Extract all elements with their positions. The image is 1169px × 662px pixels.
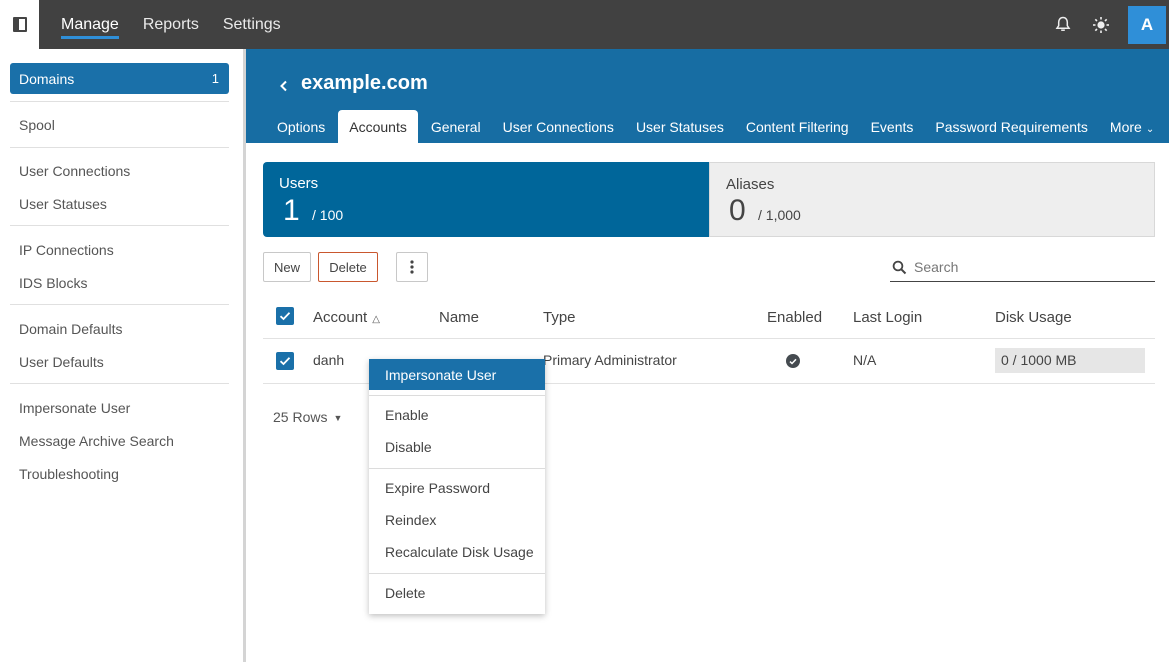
select-all-checkbox[interactable] xyxy=(276,307,294,325)
aliases-count: 0 xyxy=(729,194,746,227)
page-title: example.com xyxy=(301,72,428,94)
context-menu: Impersonate User Enable Disable Expire P… xyxy=(369,359,545,614)
tab-events[interactable]: Events xyxy=(862,110,923,143)
tab-options[interactable]: Options xyxy=(268,110,334,143)
search-icon xyxy=(890,260,914,275)
column-label: Account xyxy=(313,309,368,326)
column-header-disk-usage[interactable]: Disk Usage xyxy=(995,309,1072,326)
row-checkbox[interactable] xyxy=(276,352,294,370)
sort-ascending-icon: △ xyxy=(372,314,380,325)
vertical-dots-icon xyxy=(410,260,414,274)
user-avatar[interactable]: A xyxy=(1128,5,1166,44)
aliases-stat-card[interactable]: Aliases 0 / 1,000 xyxy=(709,162,1155,237)
sidebar-toggle-button[interactable] xyxy=(0,0,39,49)
sidebar-item-spool[interactable]: Spool xyxy=(19,117,55,133)
menu-item-expire-password[interactable]: Expire Password xyxy=(369,472,545,504)
menu-divider xyxy=(369,573,545,574)
cell-account: danh xyxy=(313,352,345,368)
table-header: Account △ Name Type Enabled Last Login Di… xyxy=(263,300,1155,339)
search-field xyxy=(890,253,1155,282)
aliases-max: / 1,000 xyxy=(758,207,801,223)
sidebar-divider xyxy=(10,225,229,226)
aliases-label: Aliases xyxy=(726,176,775,193)
bell-icon xyxy=(1055,16,1071,31)
domains-count-badge: 1 xyxy=(211,71,219,86)
tab-accounts[interactable]: Accounts xyxy=(338,110,418,143)
column-header-last-login[interactable]: Last Login xyxy=(853,309,922,326)
top-nav: Manage Reports Settings xyxy=(61,0,281,49)
new-button[interactable]: New xyxy=(263,252,311,282)
tab-user-connections[interactable]: User Connections xyxy=(494,110,623,143)
caret-down-icon: ▼ xyxy=(333,413,343,424)
tab-password-requirements[interactable]: Password Requirements xyxy=(926,110,1097,143)
menu-item-impersonate-user[interactable]: Impersonate User xyxy=(369,359,545,390)
notifications-button[interactable] xyxy=(1044,0,1082,49)
sidebar-item-impersonate-user[interactable]: Impersonate User xyxy=(19,400,130,416)
nav-settings[interactable]: Settings xyxy=(223,15,281,35)
column-header-type[interactable]: Type xyxy=(543,309,576,326)
top-bar: Manage Reports Settings A xyxy=(0,0,1169,49)
cell-disk-usage: 0 / 1000 MB xyxy=(995,348,1145,373)
menu-item-delete[interactable]: Delete xyxy=(369,577,545,609)
sidebar-item-message-archive-search[interactable]: Message Archive Search xyxy=(19,433,174,449)
users-stat-card[interactable]: Users 1 / 100 xyxy=(263,162,709,237)
rows-per-page-select[interactable]: 25 Rows ▼ xyxy=(273,409,342,425)
chevron-left-icon xyxy=(280,80,287,92)
users-max: / 100 xyxy=(312,207,344,223)
sidebar-divider xyxy=(10,304,229,305)
top-icons: A xyxy=(1044,0,1169,49)
checkmark-icon xyxy=(279,312,291,321)
sidebar-divider xyxy=(10,147,229,148)
delete-button[interactable]: Delete xyxy=(318,252,378,282)
sidebar-item-domain-defaults[interactable]: Domain Defaults xyxy=(19,321,123,337)
sidebar-item-domains[interactable]: Domains 1 xyxy=(10,63,229,94)
cell-type: Primary Administrator xyxy=(543,352,677,368)
sidebar-divider xyxy=(10,101,229,102)
users-label: Users xyxy=(279,175,319,192)
rows-per-page-label: 25 Rows xyxy=(273,409,328,425)
menu-item-recalculate-disk-usage[interactable]: Recalculate Disk Usage xyxy=(369,536,545,568)
theme-toggle-button[interactable] xyxy=(1082,0,1120,49)
sidebar-item-ids-blocks[interactable]: IDS Blocks xyxy=(19,275,87,291)
tab-general[interactable]: General xyxy=(422,110,490,143)
more-actions-button[interactable] xyxy=(396,252,428,282)
sidebar-item-user-defaults[interactable]: User Defaults xyxy=(19,354,104,370)
sidebar-item-user-statuses[interactable]: User Statuses xyxy=(19,196,107,212)
checkmark-icon xyxy=(279,357,291,366)
domain-header: example.com Options Accounts General Use… xyxy=(246,49,1169,143)
sidebar-item-troubleshooting[interactable]: Troubleshooting xyxy=(19,466,119,482)
sidebar-item-label: Domains xyxy=(19,70,75,87)
sidebar-toggle-icon xyxy=(12,17,27,32)
menu-item-disable[interactable]: Disable xyxy=(369,431,545,463)
nav-manage[interactable]: Manage xyxy=(61,15,119,39)
column-header-name[interactable]: Name xyxy=(439,309,479,326)
menu-item-enable[interactable]: Enable xyxy=(369,399,545,431)
menu-divider xyxy=(369,468,545,469)
sun-icon xyxy=(1093,16,1109,33)
cell-last-login: N/A xyxy=(853,352,877,368)
column-header-account[interactable]: Account △ xyxy=(313,309,380,326)
tab-bar: Options Accounts General User Connection… xyxy=(268,110,1167,143)
back-button[interactable] xyxy=(279,76,289,97)
nav-reports[interactable]: Reports xyxy=(143,15,199,35)
tab-content-filtering[interactable]: Content Filtering xyxy=(737,110,858,143)
enabled-check-icon xyxy=(786,354,800,368)
sidebar: Domains 1 Spool User Connections User St… xyxy=(0,49,243,662)
sidebar-item-ip-connections[interactable]: IP Connections xyxy=(19,242,114,258)
users-count: 1 xyxy=(283,194,300,227)
search-input[interactable] xyxy=(914,259,1144,275)
tab-user-statuses[interactable]: User Statuses xyxy=(627,110,733,143)
menu-item-reindex[interactable]: Reindex xyxy=(369,504,545,536)
menu-divider xyxy=(369,395,545,396)
chevron-down-icon: ⌄ xyxy=(1145,124,1155,135)
sidebar-divider xyxy=(10,383,229,384)
sidebar-item-user-connections[interactable]: User Connections xyxy=(19,163,130,179)
column-header-enabled[interactable]: Enabled xyxy=(767,309,822,326)
tab-more-label: More xyxy=(1109,119,1142,135)
tab-more[interactable]: More ⌄ xyxy=(1101,110,1163,143)
